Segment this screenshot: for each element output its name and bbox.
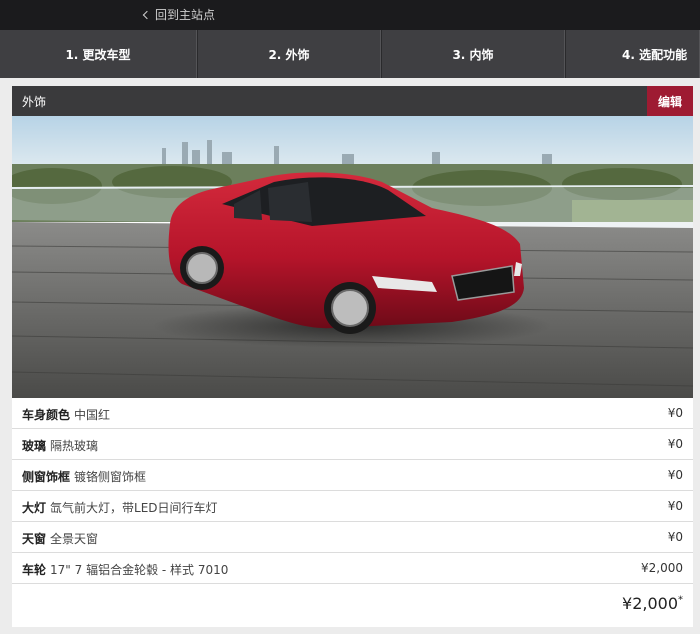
spec-value: 全景天窗 — [50, 532, 99, 546]
spec-value: 氙气前大灯，带LED日间行车灯 — [50, 501, 218, 515]
step-options[interactable]: 4. 选配功能 — [565, 30, 700, 78]
spec-name: 大灯 — [22, 501, 47, 515]
spec-price: ¥0 — [667, 468, 683, 482]
total-footnote-mark: * — [678, 594, 683, 606]
edit-button[interactable]: 编辑 — [647, 86, 693, 116]
spec-row-wheels: 车轮 17" 7 辐铝合金轮毂 - 样式 7010 ¥2,000 — [12, 553, 693, 584]
step-interior[interactable]: 3. 内饰 — [381, 30, 565, 78]
spec-price: ¥0 — [667, 499, 683, 513]
total-price: ¥2,000* — [622, 594, 683, 613]
exterior-summary-panel: 外饰 编辑 车身颜色 中国红 ¥0 玻璃 隔热玻璃 ¥0 侧窗饰框 镀铬侧窗饰框… — [12, 86, 693, 627]
step-label: 4. 选配功能 — [622, 47, 688, 62]
spec-name: 车轮 — [22, 563, 47, 577]
back-to-main-site-link[interactable]: 回到主站点 — [142, 7, 216, 23]
spec-value: 17" 7 辐铝合金轮毂 - 样式 7010 — [50, 563, 229, 577]
spec-row-body-color: 车身颜色 中国红 ¥0 — [12, 398, 693, 429]
spec-row-glass: 玻璃 隔热玻璃 ¥0 — [12, 429, 693, 460]
car-preview-image — [12, 116, 693, 398]
spec-price: ¥0 — [667, 437, 683, 451]
panel-title: 外饰 — [22, 95, 47, 109]
top-bar: 回到主站点 — [0, 0, 700, 30]
spec-price: ¥0 — [667, 530, 683, 544]
step-exterior[interactable]: 2. 外饰 — [197, 30, 381, 78]
back-link-label: 回到主站点 — [155, 8, 216, 22]
spec-price: ¥0 — [667, 406, 683, 420]
spec-name: 车身颜色 — [22, 408, 71, 422]
spec-name: 侧窗饰框 — [22, 470, 71, 484]
total-amount: ¥2,000 — [622, 594, 678, 613]
panel-header: 外饰 编辑 — [12, 86, 693, 116]
spec-name: 玻璃 — [22, 439, 47, 453]
step-label: 3. 内饰 — [452, 47, 494, 62]
spec-name: 天窗 — [22, 532, 47, 546]
spec-list: 车身颜色 中国红 ¥0 玻璃 隔热玻璃 ¥0 侧窗饰框 镀铬侧窗饰框 ¥0 大灯 氙气前… — [12, 398, 693, 584]
spec-row-headlights: 大灯 氙气前大灯，带LED日间行车灯 ¥0 — [12, 491, 693, 522]
spec-price: ¥2,000 — [641, 561, 683, 575]
step-change-model[interactable]: 1. 更改车型 — [0, 30, 197, 78]
spec-value: 隔热玻璃 — [50, 439, 99, 453]
step-navigation: 1. 更改车型 2. 外饰 3. 内饰 4. 选配功能 — [0, 30, 700, 78]
spec-row-window-trim: 侧窗饰框 镀铬侧窗饰框 ¥0 — [12, 460, 693, 491]
spec-value: 镀铬侧窗饰框 — [74, 470, 147, 484]
step-label: 2. 外饰 — [268, 47, 310, 62]
spec-row-sunroof: 天窗 全景天窗 ¥0 — [12, 522, 693, 553]
step-label: 1. 更改车型 — [65, 47, 131, 62]
spec-value: 中国红 — [74, 408, 111, 422]
chevron-left-icon — [142, 10, 152, 20]
